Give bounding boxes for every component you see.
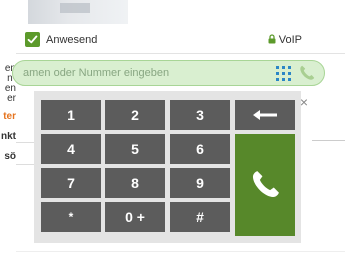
connection-status: VoIP	[268, 34, 302, 46]
key-6[interactable]: 6	[170, 134, 230, 164]
key-hash[interactable]: #	[170, 202, 230, 232]
arrow-left-icon	[253, 110, 277, 120]
left-dark-text: nkt	[1, 132, 16, 142]
left-panel-cutoff: en n- en er ter nkt sö	[0, 64, 16, 184]
dial-search-bar	[12, 60, 325, 86]
key-7[interactable]: 7	[41, 168, 101, 198]
softphone-window: en n- en er ter nkt sö Anwesend VoIP ame…	[0, 0, 345, 259]
key-2[interactable]: 2	[105, 100, 165, 130]
key-3[interactable]: 3	[170, 100, 230, 130]
presence-checkbox[interactable]	[25, 32, 40, 47]
left-orange-text: ter	[3, 112, 16, 122]
close-dialpad-button[interactable]: ×	[298, 95, 310, 109]
key-4[interactable]: 4	[41, 134, 101, 164]
blurred-header-detail	[60, 3, 90, 13]
left-text-line: er	[7, 94, 16, 104]
phone-icon	[252, 171, 279, 198]
presence-status-row: Anwesend VoIP	[22, 32, 312, 52]
left-dark-text: sö	[4, 152, 16, 162]
background-bottom-divider	[16, 251, 345, 252]
background-row-divider	[16, 164, 36, 165]
presence-label: Anwesend	[46, 34, 98, 46]
call-icon-small[interactable]	[298, 64, 316, 82]
checkmark-icon	[27, 35, 38, 44]
connection-label: VoIP	[278, 34, 302, 46]
lock-icon	[268, 34, 276, 44]
background-row-divider	[16, 142, 36, 143]
key-star[interactable]: *	[41, 202, 101, 232]
key-9[interactable]: 9	[170, 168, 230, 198]
key-8[interactable]: 8	[105, 168, 165, 198]
header-divider	[16, 53, 345, 54]
key-1[interactable]: 1	[41, 100, 101, 130]
key-0-plus[interactable]: 0 +	[105, 202, 165, 232]
call-button[interactable]	[235, 134, 295, 236]
left-text-line: en	[4, 84, 16, 94]
dialpad-popup: 1 2 3 4 5 6 7 8 9 * 0 + #	[34, 91, 301, 243]
backspace-button[interactable]	[235, 100, 295, 130]
background-row-divider	[312, 140, 345, 141]
key-5[interactable]: 5	[105, 134, 165, 164]
dialpad-grid-icon[interactable]	[276, 66, 291, 81]
name-or-number-input[interactable]	[23, 65, 263, 81]
